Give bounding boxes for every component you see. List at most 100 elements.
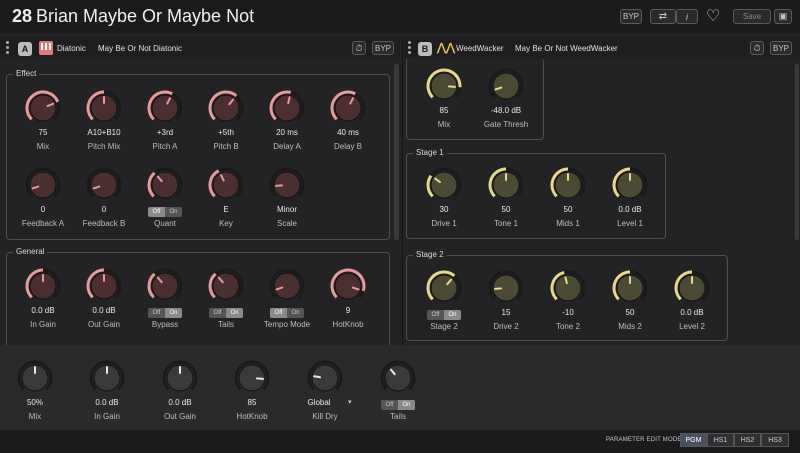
knob-dial-icon[interactable] [86,268,122,304]
knob-stage1-drive-1[interactable]: 30 Drive 1 [409,167,479,237]
knob-stage1-tone-1[interactable]: 50 Tone 1 [471,167,541,237]
tempo-icon[interactable]: ⏱ [750,41,764,55]
knob-dial-icon[interactable] [330,268,366,304]
knob-dial-icon[interactable] [550,167,586,203]
toggle-on[interactable]: On [226,308,243,318]
toggle-on[interactable]: On [444,310,461,320]
toggle-switch[interactable]: Off On [148,308,182,318]
knob-stage2-mids-2[interactable]: 50 Mids 2 [595,270,665,340]
knob-dial-icon[interactable] [25,90,61,126]
block-b-name[interactable]: May Be Or Not WeedWacker [515,44,618,53]
toggle-off[interactable]: Off [270,308,287,318]
knob-dial-icon[interactable] [426,270,462,306]
knob-general-in-gain[interactable]: 0.0 dB In Gain [8,268,78,338]
toggle-on[interactable]: On [165,207,182,217]
knob-effect-pitch-mix[interactable]: A10+B10 Pitch Mix [69,90,139,160]
knob-dial-icon[interactable] [269,167,305,203]
knob-stage1-mids-1[interactable]: 50 Mids 1 [533,167,603,237]
preset-name[interactable]: Brian Maybe Or Maybe Not [36,6,254,27]
knob-global-mix[interactable]: 50% Mix [0,360,70,430]
knob-dial-icon[interactable] [269,90,305,126]
knob-effect-pitch-b[interactable]: +5th Pitch B [191,90,261,160]
mode-hs1-button[interactable]: HS1 [707,433,734,447]
knob-dial-icon[interactable] [25,268,61,304]
knob-dial-icon[interactable] [17,360,53,396]
knob-global-kill-dry[interactable]: Global ▾ Kill Dry [290,360,360,430]
knob-dial-icon[interactable] [612,167,648,203]
knob-dial-icon[interactable] [208,90,244,126]
drag-handle-icon[interactable] [6,41,9,55]
knob-general-out-gain[interactable]: 0.0 dB Out Gain [69,268,139,338]
drag-handle-icon[interactable] [408,41,411,55]
toggle-off[interactable]: Off [209,308,226,318]
knob-top-mix[interactable]: 85 Mix [409,68,479,138]
knob-dial-icon[interactable] [380,360,416,396]
knob-effect-feedback-b[interactable]: 0 Feedback B [69,167,139,237]
knob-dial-icon[interactable] [426,68,462,104]
knob-general-hotknob[interactable]: 9 HotKnob [313,268,383,338]
knob-stage2-drive-2[interactable]: 15 Drive 2 [471,270,541,340]
knob-dial-icon[interactable] [86,167,122,203]
knob-general-bypass[interactable]: Off On Bypass [130,268,200,338]
block-b-bypass-button[interactable]: BYP [770,41,792,55]
knob-dial-icon[interactable] [674,270,710,306]
knob-stage2-stage-2[interactable]: Off On Stage 2 [409,270,479,340]
knob-effect-key[interactable]: E Key [191,167,261,237]
toggle-switch[interactable]: Off On [270,308,304,318]
knob-dial-icon[interactable] [426,167,462,203]
knob-effect-feedback-a[interactable]: 0 Feedback A [8,167,78,237]
toggle-switch[interactable]: Off On [209,308,243,318]
knob-dial-icon[interactable] [147,90,183,126]
save-as-button[interactable]: ▣ [774,9,792,24]
info-button[interactable]: i [676,9,698,24]
block-b-badge[interactable]: B [418,42,432,56]
knob-dial-icon[interactable] [488,167,524,203]
knob-general-tails[interactable]: Off On Tails [191,268,261,338]
toggle-off[interactable]: Off [381,400,398,410]
knob-stage2-tone-2[interactable]: -10 Tone 2 [533,270,603,340]
knob-dial-icon[interactable] [147,268,183,304]
knob-global-out-gain[interactable]: 0.0 dB Out Gain [145,360,215,430]
tempo-icon[interactable]: ⏱ [352,41,366,55]
knob-dial-icon[interactable] [89,360,125,396]
swap-button[interactable]: ⇄ [650,9,676,24]
block-a-bypass-button[interactable]: BYP [372,41,394,55]
save-button[interactable]: Save [733,9,771,24]
block-a-scrollbar[interactable] [394,64,399,240]
favorite-heart-icon[interactable]: ♡ [706,6,720,26]
knob-dial-icon[interactable] [234,360,270,396]
knob-effect-delay-b[interactable]: 40 ms Delay B [313,90,383,160]
knob-dial-icon[interactable] [330,90,366,126]
toggle-switch[interactable]: Off On [381,400,415,410]
knob-dial-icon[interactable] [86,90,122,126]
toggle-off[interactable]: Off [427,310,444,320]
block-a-name[interactable]: May Be Or Not Diatonic [98,44,182,53]
knob-global-in-gain[interactable]: 0.0 dB In Gain [72,360,142,430]
knob-effect-scale[interactable]: Minor Scale [252,167,322,237]
toggle-on[interactable]: On [165,308,182,318]
knob-dial-icon[interactable] [147,167,183,203]
mode-hs3-button[interactable]: HS3 [761,433,789,447]
block-a-badge[interactable]: A [18,42,32,56]
dropdown-caret-icon[interactable]: ▾ [348,398,352,406]
knob-general-tempo-mode[interactable]: Off On Tempo Mode [252,268,322,338]
knob-global-tails[interactable]: Off On Tails [363,360,433,430]
knob-dial-icon[interactable] [550,270,586,306]
toggle-off[interactable]: Off [148,207,165,217]
knob-global-hotknob[interactable]: 85 HotKnob [217,360,287,430]
toggle-switch[interactable]: Off On [427,310,461,320]
knob-dial-icon[interactable] [612,270,648,306]
mode-pgm-button[interactable]: PGM [680,433,707,447]
knob-effect-mix[interactable]: 75 Mix [8,90,78,160]
knob-dial-icon[interactable] [488,270,524,306]
knob-dial-icon[interactable] [25,167,61,203]
toggle-on[interactable]: On [398,400,415,410]
knob-top-gate-thresh[interactable]: -48.0 dB Gate Thresh [471,68,541,138]
knob-effect-pitch-a[interactable]: +3rd Pitch A [130,90,200,160]
block-b-scrollbar[interactable] [795,64,799,240]
global-bypass-button[interactable]: BYP [620,9,642,24]
knob-dial-icon[interactable] [208,167,244,203]
knob-effect-quant[interactable]: Off On Quant [130,167,200,237]
knob-dial-icon[interactable] [208,268,244,304]
knob-stage1-level-1[interactable]: 0.0 dB Level 1 [595,167,665,237]
